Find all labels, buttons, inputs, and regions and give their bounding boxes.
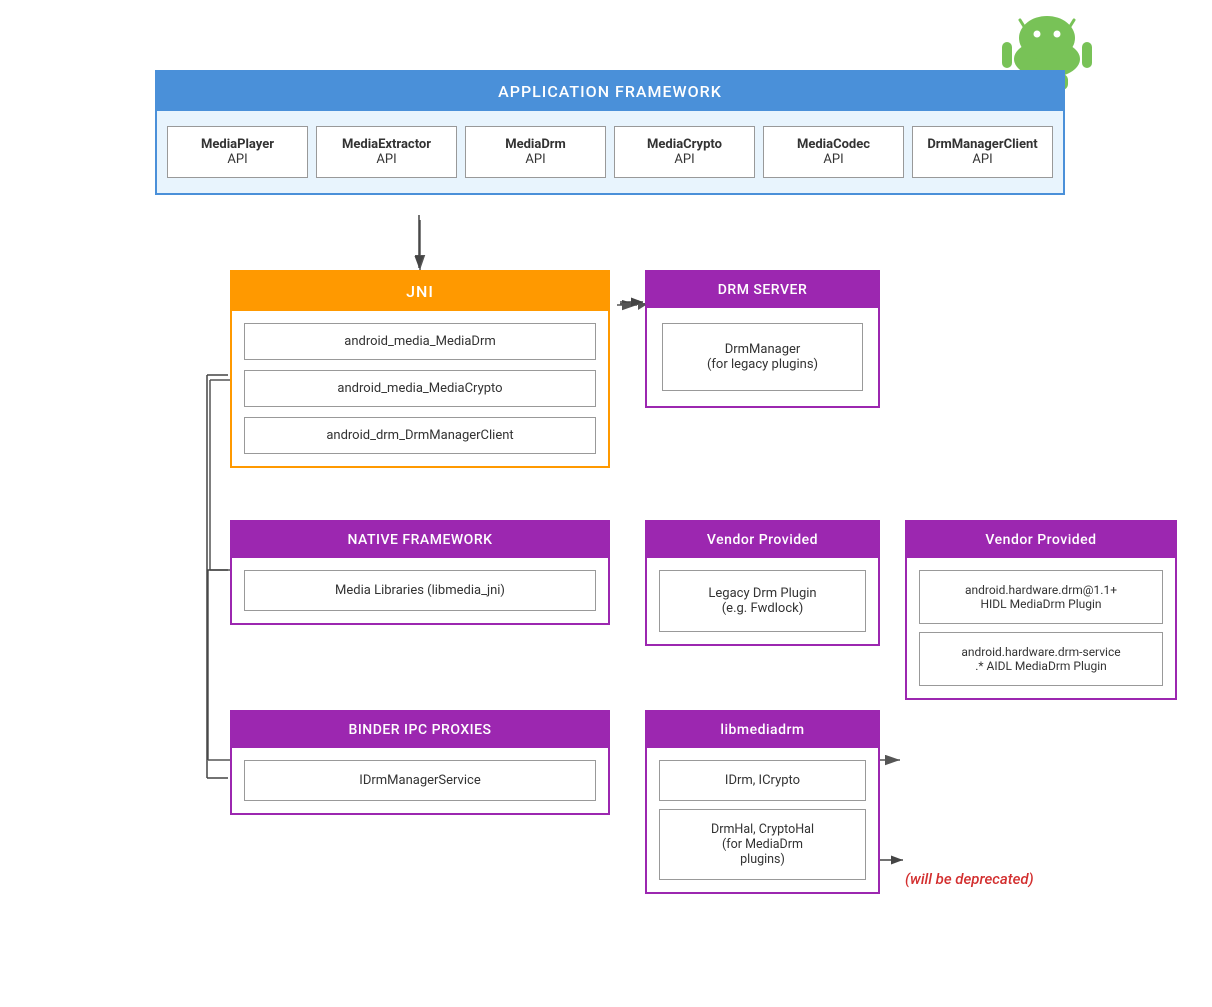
native-framework-box: NATIVE FRAMEWORK Media Libraries (libmed… <box>230 520 610 625</box>
libmediadrm-item-1: IDrm, ICrypto <box>659 760 866 801</box>
jni-item-1: android_media_MediaDrm <box>244 323 596 360</box>
libmediadrm-header: libmediadrm <box>647 712 878 748</box>
native-framework-body: Media Libraries (libmedia_jni) <box>232 558 608 623</box>
vendor-provided-box-1: Vendor Provided Legacy Drm Plugin(e.g. F… <box>645 520 880 646</box>
vendor-2-item-2: android.hardware.drm-service.* AIDL Medi… <box>919 632 1163 686</box>
app-framework-box: APPLICATION FRAMEWORK MediaPlayerAPI Med… <box>155 70 1065 195</box>
api-box-mediadrm: MediaDrmAPI <box>465 126 606 178</box>
drm-server-body: DrmManager(for legacy plugins) <box>647 308 878 406</box>
jni-body: android_media_MediaDrm android_media_Med… <box>232 311 608 466</box>
libmediadrm-body: IDrm, ICrypto DrmHal, CryptoHal(for Medi… <box>647 748 878 892</box>
jni-item-2: android_media_MediaCrypto <box>244 370 596 407</box>
vendor-1-item: Legacy Drm Plugin(e.g. Fwdlock) <box>659 570 866 632</box>
api-box-drmmanagerclient: DrmManagerClientAPI <box>912 126 1053 178</box>
vendor-2-item-1: android.hardware.drm@1.1+HIDL MediaDrm P… <box>919 570 1163 624</box>
binder-ipc-box: BINDER IPC PROXIES IDrmManagerService <box>230 710 610 815</box>
app-framework-body: MediaPlayerAPI MediaExtractorAPI MediaDr… <box>157 111 1063 193</box>
native-framework-item: Media Libraries (libmedia_jni) <box>244 570 596 611</box>
jni-item-3: android_drm_DrmManagerClient <box>244 417 596 454</box>
api-box-mediacodec: MediaCodecAPI <box>763 126 904 178</box>
vendor-provided-box-2: Vendor Provided android.hardware.drm@1.1… <box>905 520 1177 700</box>
drm-manager-item: DrmManager(for legacy plugins) <box>662 323 863 391</box>
jni-header: JNI <box>232 272 608 311</box>
vendor-1-body: Legacy Drm Plugin(e.g. Fwdlock) <box>647 558 878 644</box>
drm-server-box: DRM SERVER DrmManager(for legacy plugins… <box>645 270 880 408</box>
vendor-2-body: android.hardware.drm@1.1+HIDL MediaDrm P… <box>907 558 1175 698</box>
vendor-2-header: Vendor Provided <box>907 522 1175 558</box>
binder-item: IDrmManagerService <box>244 760 596 801</box>
binder-header: BINDER IPC PROXIES <box>232 712 608 748</box>
libmediadrm-box: libmediadrm IDrm, ICrypto DrmHal, Crypto… <box>645 710 880 894</box>
libmediadrm-item-2: DrmHal, CryptoHal(for MediaDrmplugins) <box>659 809 866 880</box>
app-framework-header: APPLICATION FRAMEWORK <box>157 72 1063 111</box>
binder-body: IDrmManagerService <box>232 748 608 813</box>
api-box-mediaextractor: MediaExtractorAPI <box>316 126 457 178</box>
deprecated-text: (will be deprecated) <box>905 870 1034 888</box>
native-framework-header: NATIVE FRAMEWORK <box>232 522 608 558</box>
jni-box: JNI android_media_MediaDrm android_media… <box>230 270 610 468</box>
drm-server-arrow <box>620 303 645 305</box>
page-container: APPLICATION FRAMEWORK MediaPlayerAPI Med… <box>0 0 1212 1007</box>
drm-server-header: DRM SERVER <box>647 272 878 308</box>
api-box-mediacrypto: MediaCryptoAPI <box>614 126 755 178</box>
api-box-mediaplayer: MediaPlayerAPI <box>167 126 308 178</box>
vendor-1-header: Vendor Provided <box>647 522 878 558</box>
